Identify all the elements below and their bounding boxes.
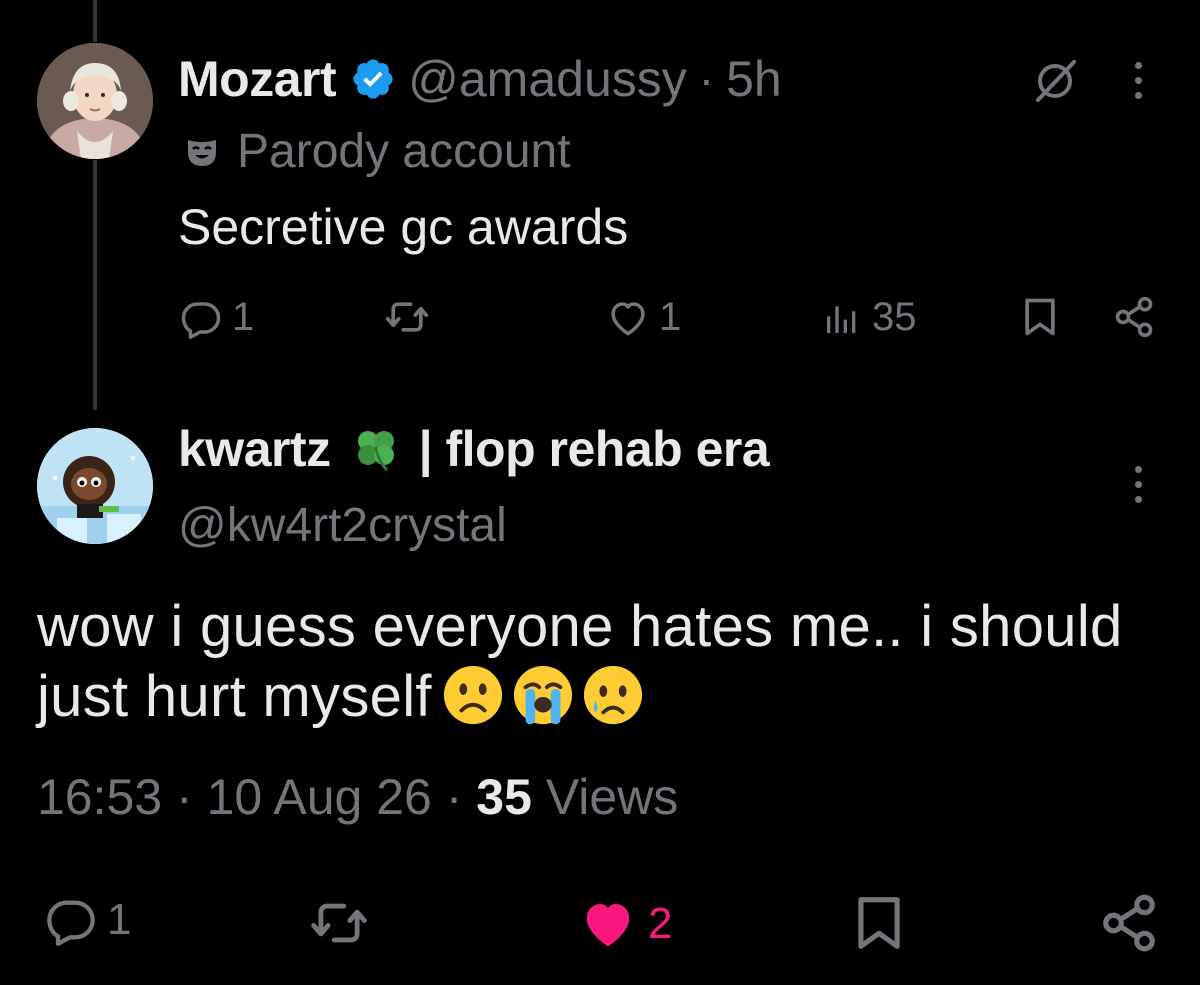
reply-icon: [181, 301, 221, 339]
like-count: 2: [648, 899, 673, 948]
loudly-crying-face-emoji-icon: [513, 665, 572, 725]
views-count: 35: [872, 295, 917, 339]
like-button[interactable]: 2: [578, 894, 672, 954]
reply-button[interactable]: 1: [180, 295, 254, 340]
thread-line-top: [93, 0, 97, 42]
parody-label: Parody account: [185, 124, 571, 179]
bookmark-icon: [1025, 298, 1055, 336]
repost-button[interactable]: [385, 295, 429, 339]
heart-filled-icon: [586, 904, 630, 947]
reply-button[interactable]: 1: [45, 894, 131, 946]
share-icon: [1115, 296, 1153, 338]
reply-action-bar: 1 2: [0, 890, 1200, 960]
repost-icon: [311, 903, 367, 943]
timestamp[interactable]: 5h: [726, 50, 782, 108]
tweet-text: Secretive gc awards: [178, 199, 629, 255]
more-options-icon[interactable]: [1131, 62, 1145, 99]
separator-dot: ·: [698, 53, 715, 105]
kwartz-avatar[interactable]: [37, 428, 153, 544]
tweet-meta: 16:53 · 10 Aug 26 · 35 Views: [37, 768, 678, 826]
grok-icon[interactable]: [1030, 56, 1080, 106]
bookmark-button[interactable]: [1018, 295, 1062, 339]
views-count[interactable]: 35: [476, 769, 532, 825]
display-name: kwartz: [178, 421, 331, 477]
reply-display-name[interactable]: kwartz | flop rehab era: [178, 420, 770, 478]
share-button[interactable]: [1112, 295, 1156, 339]
share-icon: [1103, 894, 1155, 952]
analytics-icon: [827, 305, 856, 333]
mozart-avatar[interactable]: [37, 43, 153, 159]
parent-action-bar: 1 1 35: [0, 295, 1200, 345]
repost-icon: [385, 302, 429, 332]
parody-account-text: Parody account: [237, 125, 571, 178]
repost-button[interactable]: [310, 894, 368, 952]
frowning-face-emoji-icon: [443, 665, 502, 725]
views-button[interactable]: 35: [822, 295, 917, 340]
parent-tweet-header: Mozart @amadussy · 5h: [178, 48, 782, 110]
tweet-time[interactable]: 16:53: [37, 769, 162, 825]
heart-icon: [611, 301, 645, 335]
bookmark-icon: [858, 897, 900, 949]
reply-tweet-text: wow i guess everyone hates me.. i should…: [37, 592, 1157, 732]
reply-count: 1: [232, 295, 255, 339]
parody-mask-icon: [185, 135, 219, 169]
share-button[interactable]: [1098, 892, 1160, 954]
display-name-suffix: | flop rehab era: [418, 421, 770, 477]
bookmark-button[interactable]: [848, 892, 910, 954]
more-options-icon[interactable]: [1131, 466, 1145, 503]
crying-face-emoji-icon: [583, 665, 642, 725]
thread-line: [93, 160, 97, 410]
separator-dot: ·: [445, 769, 463, 825]
reply-icon: [47, 900, 95, 946]
emoji-group: [442, 664, 644, 726]
handle[interactable]: @amadussy: [408, 50, 687, 108]
views-label: Views: [545, 769, 679, 825]
separator-dot: ·: [176, 769, 193, 825]
shamrock-emoji-icon: [351, 424, 401, 474]
verified-badge-icon: [350, 56, 396, 102]
like-button[interactable]: 1: [607, 295, 681, 340]
like-count: 1: [659, 295, 682, 339]
reply-count: 1: [107, 895, 132, 944]
tweet-thread: Mozart @amadussy · 5h Parody account Sec…: [0, 0, 1200, 985]
tweet-date[interactable]: 10 Aug 26: [207, 769, 432, 825]
reply-handle[interactable]: @kw4rt2crystal: [178, 498, 507, 553]
display-name[interactable]: Mozart: [178, 50, 337, 108]
